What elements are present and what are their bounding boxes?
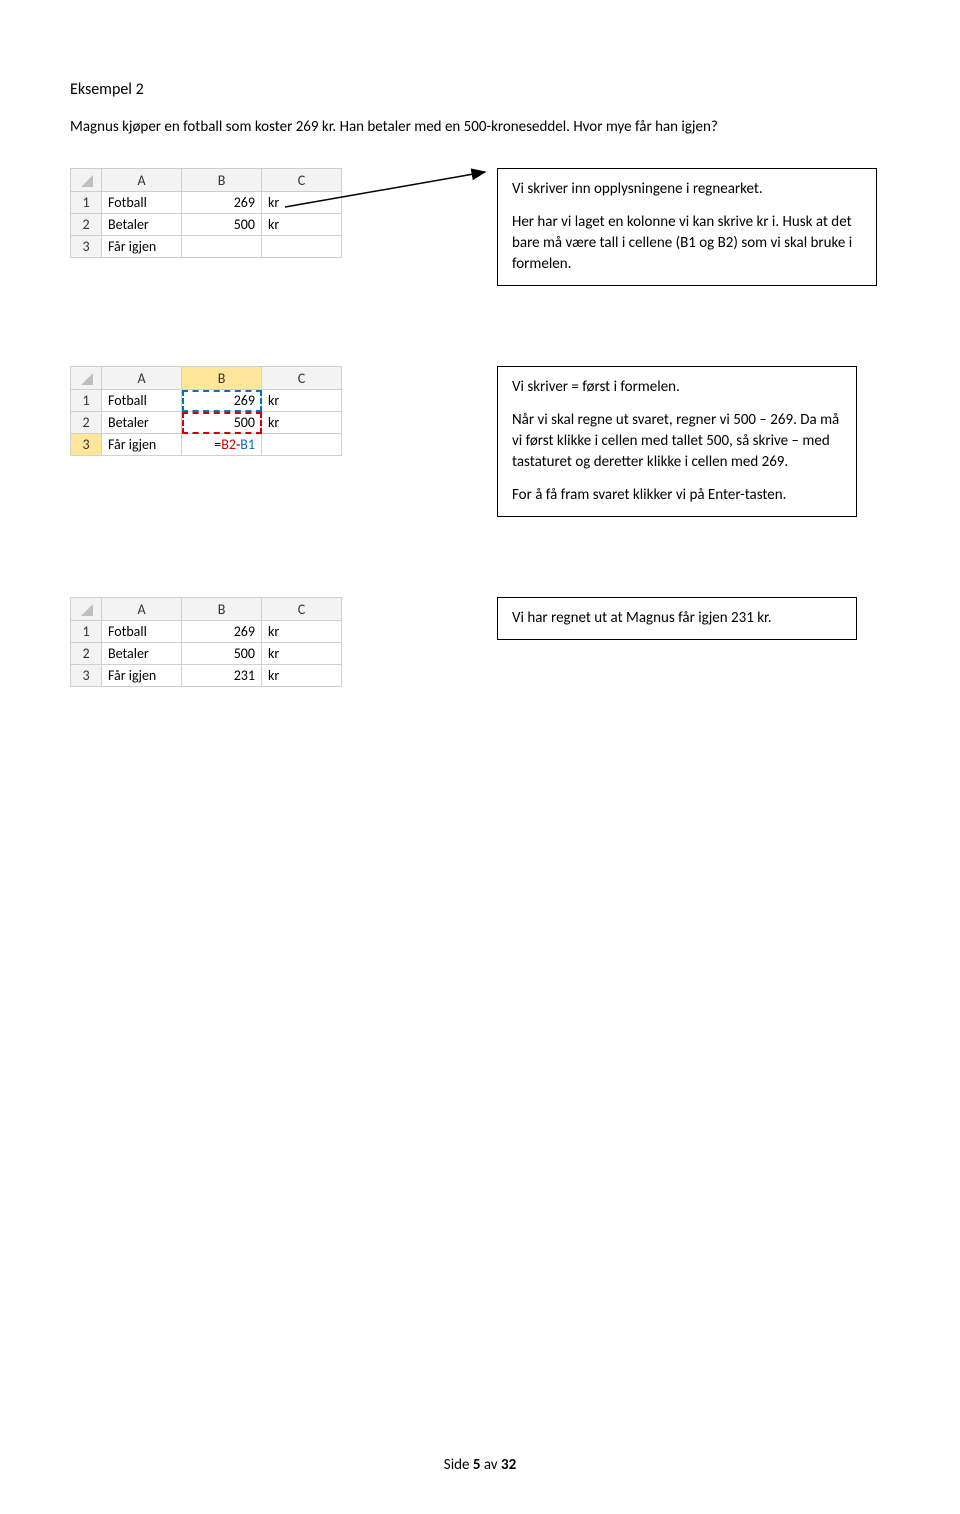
cell[interactable]: kr <box>262 412 342 434</box>
cell[interactable]: Fotball <box>102 192 182 214</box>
cell[interactable]: Betaler <box>102 412 182 434</box>
callout-text: Her har vi laget en kolonne vi kan skriv… <box>512 212 862 275</box>
col-header-b[interactable]: B <box>182 367 262 390</box>
cell[interactable]: kr <box>262 643 342 665</box>
select-all-corner[interactable] <box>71 169 102 192</box>
cell[interactable]: Får igjen <box>102 236 182 258</box>
col-header-b[interactable]: B <box>182 169 262 192</box>
callout-text: Vi skriver = først i formelen. <box>512 377 842 398</box>
cell[interactable]: Fotball <box>102 621 182 643</box>
formula-ref-b1: B1 <box>240 436 255 453</box>
cell[interactable] <box>262 434 342 456</box>
callout-2: Vi skriver = først i formelen. Når vi sk… <box>497 366 857 517</box>
footer-prefix: Side <box>444 1456 473 1474</box>
block-3: A B C 1 Fotball 269 kr 2 Betaler 500 kr … <box>70 597 890 687</box>
cell[interactable]: 269 <box>182 621 262 643</box>
block-2: A B C 1 Fotball 269 kr 2 Betaler 500 kr … <box>70 366 890 517</box>
row-header[interactable]: 1 <box>71 621 102 643</box>
spreadsheet-1: A B C 1 Fotball 269 kr 2 Betaler 500 kr … <box>70 168 342 258</box>
footer-total: 32 <box>501 1456 516 1474</box>
cell[interactable]: 500 <box>182 643 262 665</box>
formula-cell[interactable]: =B2-B1 <box>182 434 262 456</box>
spreadsheet-2: A B C 1 Fotball 269 kr 2 Betaler 500 kr … <box>70 366 342 456</box>
callout-text: Vi skriver inn opplysningene i regnearke… <box>512 179 862 200</box>
col-header-a[interactable]: A <box>102 367 182 390</box>
footer-mid: av <box>480 1456 501 1474</box>
col-header-c[interactable]: C <box>262 169 342 192</box>
cell[interactable]: kr <box>262 214 342 236</box>
intro-text: Magnus kjøper en fotball som koster 269 … <box>70 117 890 138</box>
row-header[interactable]: 3 <box>71 236 102 258</box>
formula-ref-b2: B2 <box>221 436 236 453</box>
cell[interactable]: 500 <box>182 214 262 236</box>
cell[interactable]: Betaler <box>102 643 182 665</box>
cell[interactable]: kr <box>262 665 342 687</box>
cell[interactable]: 269 <box>182 192 262 214</box>
cell[interactable] <box>182 236 262 258</box>
row-header[interactable]: 2 <box>71 643 102 665</box>
col-header-c[interactable]: C <box>262 367 342 390</box>
col-header-b[interactable]: B <box>182 598 262 621</box>
callout-1: Vi skriver inn opplysningene i regnearke… <box>497 168 877 286</box>
row-header[interactable]: 2 <box>71 214 102 236</box>
page-footer: Side 5 av 32 <box>0 1456 960 1474</box>
cell[interactable]: Fotball <box>102 390 182 412</box>
spreadsheet-3: A B C 1 Fotball 269 kr 2 Betaler 500 kr … <box>70 597 342 687</box>
callout-text: Vi har regnet ut at Magnus får igjen 231… <box>512 608 842 629</box>
col-header-a[interactable]: A <box>102 598 182 621</box>
callout-text: For å få fram svaret klikker vi på Enter… <box>512 485 842 506</box>
cell[interactable]: Betaler <box>102 214 182 236</box>
select-all-corner[interactable] <box>71 367 102 390</box>
row-header[interactable]: 3 <box>71 665 102 687</box>
cell[interactable]: Får igjen <box>102 434 182 456</box>
cell[interactable]: Får igjen <box>102 665 182 687</box>
row-header[interactable]: 1 <box>71 390 102 412</box>
block-1: A B C 1 Fotball 269 kr 2 Betaler 500 kr … <box>70 168 890 286</box>
cell[interactable] <box>262 236 342 258</box>
cell[interactable]: kr <box>262 192 342 214</box>
col-header-a[interactable]: A <box>102 169 182 192</box>
cell[interactable]: kr <box>262 621 342 643</box>
row-header[interactable]: 2 <box>71 412 102 434</box>
cell-ref-b2[interactable]: 500 <box>182 412 262 434</box>
cell[interactable]: kr <box>262 390 342 412</box>
callout-3: Vi har regnet ut at Magnus får igjen 231… <box>497 597 857 640</box>
row-header[interactable]: 3 <box>71 434 102 456</box>
example-heading: Eksempel 2 <box>70 80 890 99</box>
cell[interactable]: 231 <box>182 665 262 687</box>
callout-text: Når vi skal regne ut svaret, regner vi 5… <box>512 410 842 473</box>
select-all-corner[interactable] <box>71 598 102 621</box>
col-header-c[interactable]: C <box>262 598 342 621</box>
cell-ref-b1[interactable]: 269 <box>182 390 262 412</box>
row-header[interactable]: 1 <box>71 192 102 214</box>
